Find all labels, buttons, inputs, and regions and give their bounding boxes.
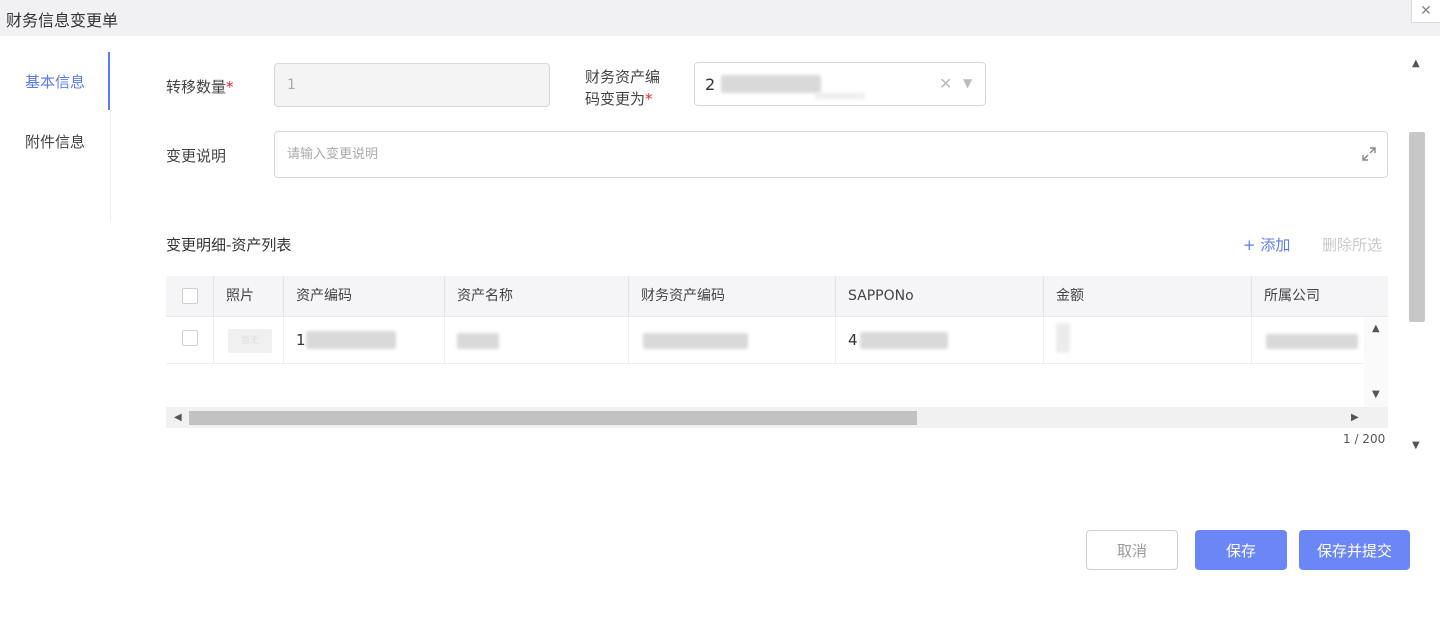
detail-section-title: 变更明细-资产列表	[166, 236, 292, 254]
select-all-checkbox[interactable]	[182, 288, 198, 304]
photo-thumbnail[interactable]: 暂无	[228, 329, 272, 353]
column-header[interactable]: SAPPONo	[836, 276, 1044, 316]
dialog-title: 财务信息变更单	[6, 11, 119, 30]
transfer-qty-label: 转移数量*	[166, 76, 234, 97]
nav-item-basic-info[interactable]: 基本信息	[0, 52, 110, 110]
redacted-value	[457, 333, 499, 349]
asset-table: 照片 资产编码 资产名称 财务资产编码 SAPPONo 金额 所属公司 暂无 1…	[166, 276, 1388, 428]
cancel-button[interactable]: 取消	[1086, 530, 1178, 570]
save-and-submit-button[interactable]: 保存并提交	[1299, 530, 1410, 570]
scroll-right-icon[interactable]: ▶	[1351, 412, 1359, 423]
change-desc-label: 变更说明	[166, 147, 227, 165]
redacted-value	[1266, 334, 1358, 349]
chevron-down-icon[interactable]: ▼	[963, 76, 972, 90]
column-header[interactable]: 资产名称	[445, 276, 629, 316]
nav-active-indicator	[108, 52, 110, 110]
transfer-qty-input: 1	[274, 63, 550, 107]
fin-code-select[interactable]: 2 ✕ ▼	[694, 62, 986, 106]
fin-code-label-line2: 码变更为	[585, 90, 646, 108]
asset-code-value: 1	[296, 331, 306, 349]
amount-cell	[1044, 317, 1252, 363]
sappono-cell: 4	[836, 317, 1044, 363]
transfer-qty-label-text: 转移数量	[166, 78, 227, 96]
company-cell	[1252, 317, 1364, 363]
table-row[interactable]: 暂无 1 4	[166, 317, 1388, 364]
table-header: 照片 资产编码 资产名称 财务资产编码 SAPPONo 金额 所属公司	[166, 276, 1388, 317]
content-scroll-thumb[interactable]	[1409, 132, 1425, 322]
save-button[interactable]: 保存	[1195, 530, 1287, 570]
row-select-cell	[166, 317, 214, 363]
redacted-value	[1056, 323, 1070, 353]
side-nav: 基本信息 附件信息	[0, 52, 112, 222]
redacted-value	[815, 93, 865, 99]
fin-code-label-line1: 财务资产编	[585, 68, 661, 86]
sappono-value: 4	[848, 331, 858, 349]
header-select-cell	[166, 276, 214, 316]
table-vertical-scrollbar[interactable]: ▲ ▼	[1364, 317, 1388, 407]
clear-icon[interactable]: ✕	[939, 74, 952, 93]
nav-item-label: 附件信息	[24, 132, 85, 151]
scroll-left-icon[interactable]: ◀	[174, 412, 182, 423]
redacted-value	[721, 75, 821, 93]
required-mark: *	[645, 90, 653, 108]
asset-name-cell	[445, 317, 629, 363]
scroll-down-icon[interactable]: ▼	[1372, 389, 1380, 400]
nav-item-attachments[interactable]: 附件信息	[0, 112, 110, 170]
close-icon[interactable]: ✕	[1411, 0, 1440, 23]
scroll-down-icon[interactable]: ▼	[1412, 440, 1420, 451]
scroll-up-icon[interactable]: ▲	[1412, 58, 1420, 69]
redacted-value	[306, 331, 396, 349]
pagination-indicator: 1 / 200	[1343, 432, 1386, 446]
change-desc-placeholder: 请输入变更说明	[287, 147, 379, 162]
column-header[interactable]: 所属公司	[1252, 276, 1369, 316]
column-header[interactable]: 金额	[1044, 276, 1252, 316]
change-desc-input[interactable]: 请输入变更说明	[274, 131, 1388, 178]
nav-item-label: 基本信息	[24, 72, 85, 91]
horizontal-scroll-thumb[interactable]	[189, 411, 917, 425]
nav-divider	[110, 110, 111, 222]
expand-icon[interactable]	[1361, 146, 1377, 162]
fin-code-value: 2	[705, 75, 716, 94]
redacted-value	[860, 332, 948, 349]
content-vertical-scrollbar[interactable]: ▲ ▼	[1407, 52, 1427, 457]
table-horizontal-scrollbar[interactable]: ◀ ▶	[166, 407, 1388, 428]
photo-cell: 暂无	[214, 317, 284, 363]
column-header[interactable]: 资产编码	[284, 276, 445, 316]
fin-code-label: 财务资产编 码变更为*	[585, 66, 660, 110]
column-header[interactable]: 财务资产编码	[629, 276, 836, 316]
column-header[interactable]: 照片	[214, 276, 284, 316]
asset-code-cell: 1	[284, 317, 445, 363]
delete-selected-button[interactable]: 删除所选	[1322, 234, 1382, 255]
add-button[interactable]: + 添加	[1243, 234, 1290, 255]
row-checkbox[interactable]	[182, 330, 198, 346]
redacted-value	[643, 333, 748, 349]
required-mark: *	[226, 78, 234, 96]
dialog-titlebar: 财务信息变更单 ✕	[0, 0, 1440, 36]
scroll-up-icon[interactable]: ▲	[1372, 323, 1380, 334]
fin-asset-code-cell	[629, 317, 836, 363]
